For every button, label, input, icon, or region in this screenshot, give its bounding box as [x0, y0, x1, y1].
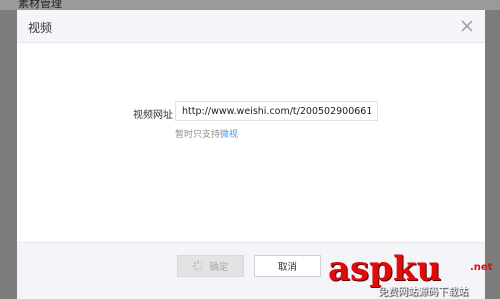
confirm-button[interactable]: 确定: [177, 255, 244, 277]
dialog-title: 视频: [28, 21, 53, 35]
watermark-tagline: 免费网站源码下载站: [378, 287, 468, 298]
watermark-suffix: .net: [470, 262, 493, 273]
confirm-button-label: 确定: [209, 262, 229, 273]
loading-spinner-icon: [192, 260, 205, 272]
watermark-logo: aspku .net 免费网站源码下载站: [328, 249, 498, 299]
close-icon[interactable]: [458, 17, 476, 35]
cancel-button[interactable]: 取消: [254, 255, 321, 277]
video-url-input[interactable]: [175, 101, 378, 121]
background-header: 素材管理: [0, 0, 500, 10]
support-hint: 暂时只支持微视: [175, 127, 238, 140]
cancel-button-label: 取消: [277, 262, 297, 273]
weishi-link[interactable]: 微视: [220, 130, 238, 140]
video-url-label: 视频网址: [133, 110, 173, 121]
dialog-header: 视频: [17, 10, 485, 43]
support-hint-text: 暂时只支持: [175, 130, 221, 140]
